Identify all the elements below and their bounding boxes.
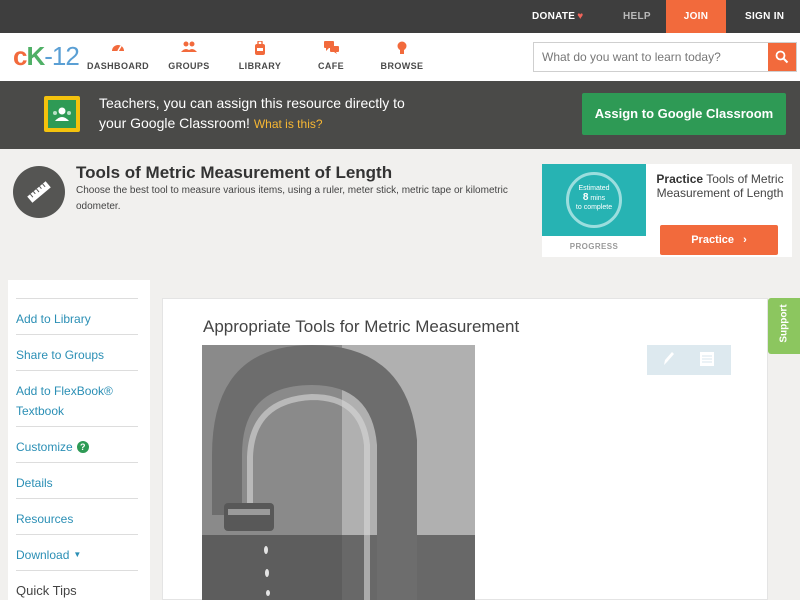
resource-title: Tools of Metric Measurement of Length (76, 163, 393, 182)
classroom-message-line2: your Google Classroom! (99, 115, 250, 131)
sidebar-download-text: Download ▼ (16, 545, 138, 565)
sidebar-quick-tips[interactable]: Quick Tips (16, 570, 138, 600)
lesson-content: Appropriate Tools for Metric Measurement (162, 298, 768, 600)
support-tab[interactable]: Support (768, 298, 800, 354)
groups-people-icon (149, 41, 229, 57)
google-classroom-icon (44, 96, 80, 132)
nav-library[interactable]: LIBRARY (220, 40, 300, 71)
ck12-logo[interactable]: cK-12 (13, 41, 80, 71)
search-input[interactable] (534, 43, 768, 71)
donate-label: DONATE (532, 11, 576, 22)
lesson-title: Appropriate Tools for Metric Measurement (203, 317, 520, 336)
practice-title-bold: Practice (656, 172, 704, 186)
cafe-chat-icon (291, 41, 371, 57)
dashboard-gauge-icon (78, 41, 158, 57)
sidebar-share-to-groups[interactable]: Share to Groups (16, 334, 138, 370)
library-backpack-icon (220, 40, 300, 57)
main-nav: cK-12 DASHBOARD GROUPS LIBRARY CAFE BROW… (0, 33, 800, 81)
browse-lightbulb-icon (362, 41, 442, 57)
nav-dashboard-label: DASHBOARD (86, 61, 150, 71)
nav-groups[interactable]: GROUPS (149, 41, 229, 71)
sidebar-share-to-groups-label: Share to Groups (16, 348, 105, 362)
sidebar-customize-label: Customize (16, 440, 73, 454)
practice-button[interactable]: Practice › (660, 225, 778, 255)
nav-groups-label: GROUPS (168, 61, 210, 71)
quick-tips-label: Quick Tips (16, 583, 77, 598)
resource-description: Choose the best tool to measure various … (76, 185, 508, 212)
support-tab-label: Support (778, 304, 790, 343)
nav-browse[interactable]: BROWSE (362, 41, 442, 71)
nav-library-label: LIBRARY (238, 61, 282, 71)
logo-c: c (13, 41, 28, 71)
sidebar-add-to-flexbook[interactable]: Add to FlexBook® Textbook (16, 370, 138, 424)
sidebar-add-to-library-label: Add to Library (16, 312, 91, 326)
nav-cafe[interactable]: CAFE (291, 41, 371, 71)
search-icon (775, 50, 789, 64)
classroom-message: Teachers, you can assign this resource d… (99, 93, 459, 134)
caret-down-icon: ▼ (73, 550, 82, 559)
heart-icon: ♥ (577, 11, 584, 22)
logo-12: -12 (44, 41, 80, 71)
chevron-right-icon: › (743, 234, 747, 246)
estimated-label: Estimated (578, 185, 610, 192)
notes-icon[interactable] (699, 351, 715, 372)
sidebar-download-label: Download (16, 548, 70, 562)
ruler-icon (13, 166, 65, 218)
practice-button-label: Practice (691, 234, 735, 246)
mins-label: mins (590, 195, 606, 202)
signin-link[interactable]: SIGN IN (745, 0, 784, 33)
sidebar-add-to-flexbook-label: Add to FlexBook® Textbook (16, 384, 113, 418)
to-complete-label: to complete (575, 204, 613, 211)
classroom-message-line1: Teachers, you can assign this resource d… (99, 95, 405, 111)
resource-sidebar: Add to Library Share to Groups Add to Fl… (8, 280, 150, 600)
search-button[interactable] (768, 43, 796, 71)
estimate-text: Estimated 8 mins to complete (542, 184, 646, 212)
sidebar-details[interactable]: Details (16, 462, 138, 498)
sidebar-download[interactable]: Download ▼ (16, 534, 138, 570)
donate-link[interactable]: DONATE ♥ (532, 0, 584, 33)
what-is-this-link[interactable]: What is this? (254, 117, 323, 131)
nav-dashboard[interactable]: DASHBOARD (78, 41, 158, 71)
sidebar-customize-text: Customize? (16, 437, 138, 457)
pencil-icon[interactable] (661, 350, 675, 373)
practice-estimate-badge: Estimated 8 mins to complete (542, 164, 646, 236)
help-link[interactable]: HELP (623, 0, 651, 33)
sidebar-details-label: Details (16, 476, 53, 490)
faucet-image (202, 345, 475, 600)
sidebar-resources-label: Resources (16, 512, 74, 526)
logo-k: K (26, 41, 45, 71)
progress-label: PROGRESS (569, 242, 619, 251)
practice-title: Practice Tools of Metric Measurement of … (652, 172, 788, 200)
top-bar: DONATE ♥ HELP JOIN SIGN IN (0, 0, 800, 33)
help-question-icon[interactable]: ? (76, 441, 89, 453)
assign-to-classroom-button[interactable]: Assign to Google Classroom (582, 93, 786, 135)
estimated-minutes: 8 (582, 192, 589, 203)
search-box (533, 42, 797, 72)
lesson-tools (647, 345, 731, 375)
sidebar-customize[interactable]: Customize? (16, 426, 138, 462)
practice-card: Estimated 8 mins to complete PROGRESS Pr… (542, 164, 792, 257)
join-button[interactable]: JOIN (666, 0, 726, 33)
nav-cafe-label: CAFE (317, 61, 345, 71)
sidebar-resources[interactable]: Resources (16, 498, 138, 534)
sidebar-add-to-library[interactable]: Add to Library (16, 298, 138, 334)
nav-browse-label: BROWSE (380, 61, 424, 71)
